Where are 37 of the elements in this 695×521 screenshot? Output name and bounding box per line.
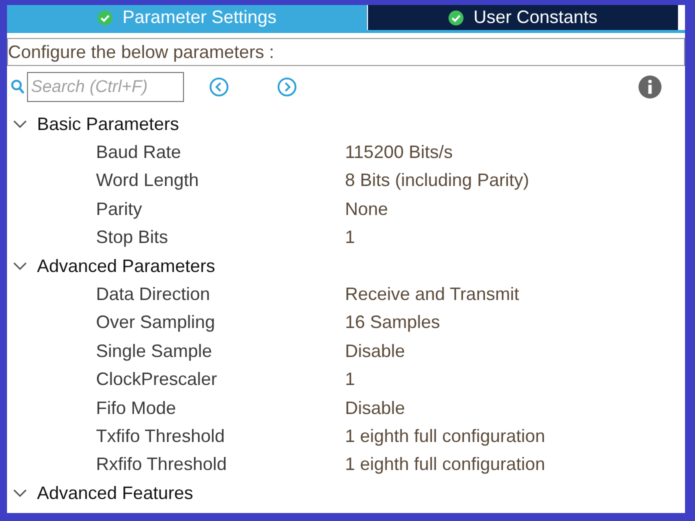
search-icon xyxy=(11,79,25,95)
parameter-value[interactable]: None xyxy=(345,198,388,220)
info-icon[interactable] xyxy=(638,75,662,99)
chevron-down-icon[interactable] xyxy=(13,488,27,498)
group-label[interactable]: Advanced Parameters xyxy=(37,256,216,277)
next-button[interactable] xyxy=(277,77,297,97)
parameter-value[interactable]: Receive and Transmit xyxy=(345,284,520,306)
group-label[interactable]: Basic Parameters xyxy=(37,114,180,135)
parameter-value[interactable]: 1 eighth full configuration xyxy=(345,454,546,476)
parameter-name[interactable]: Rxfifo Threshold xyxy=(96,454,345,476)
parameter-value[interactable]: Disable xyxy=(345,398,406,419)
chevron-down-icon[interactable] xyxy=(13,119,27,130)
parameter-name[interactable]: Parity xyxy=(96,198,345,220)
parameter-value[interactable]: 1 eighth full configuration xyxy=(345,426,546,447)
parameter-name[interactable]: Stop Bits xyxy=(96,227,345,248)
tab[interactable]: User Constants xyxy=(368,5,678,30)
check-circle-icon xyxy=(448,10,464,26)
parameter-name[interactable]: Word Length xyxy=(96,170,345,192)
parameter-name[interactable]: ClockPrescaler xyxy=(96,369,345,390)
parameter-value[interactable]: 1 xyxy=(345,227,356,248)
parameter-value[interactable]: 115200 Bits/s xyxy=(345,142,453,164)
parameter-name[interactable]: Baud Rate xyxy=(96,142,345,164)
parameter-value[interactable]: 16 Samples xyxy=(345,312,440,334)
group-label[interactable]: Advanced Features xyxy=(37,482,194,504)
check-circle-icon xyxy=(97,10,114,26)
parameter-value[interactable]: Disable xyxy=(345,340,406,362)
description-text: Configure the below parameters : xyxy=(8,42,274,62)
parameter-name[interactable]: Over Sampling xyxy=(96,312,345,334)
parameter-name[interactable]: Fifo Mode xyxy=(96,398,345,419)
parameter-value[interactable]: 1 xyxy=(345,369,356,390)
parameter-name[interactable]: Data Direction xyxy=(96,284,345,306)
previous-button[interactable] xyxy=(209,77,229,97)
chevron-down-icon[interactable] xyxy=(13,261,27,272)
search-field[interactable]: Search (Ctrl+F) xyxy=(27,72,184,102)
parameter-value[interactable]: 8 Bits (including Parity) xyxy=(345,170,530,192)
parameter-name[interactable]: Txfifo Threshold xyxy=(96,426,345,447)
parameter-name[interactable]: Single Sample xyxy=(96,340,345,362)
